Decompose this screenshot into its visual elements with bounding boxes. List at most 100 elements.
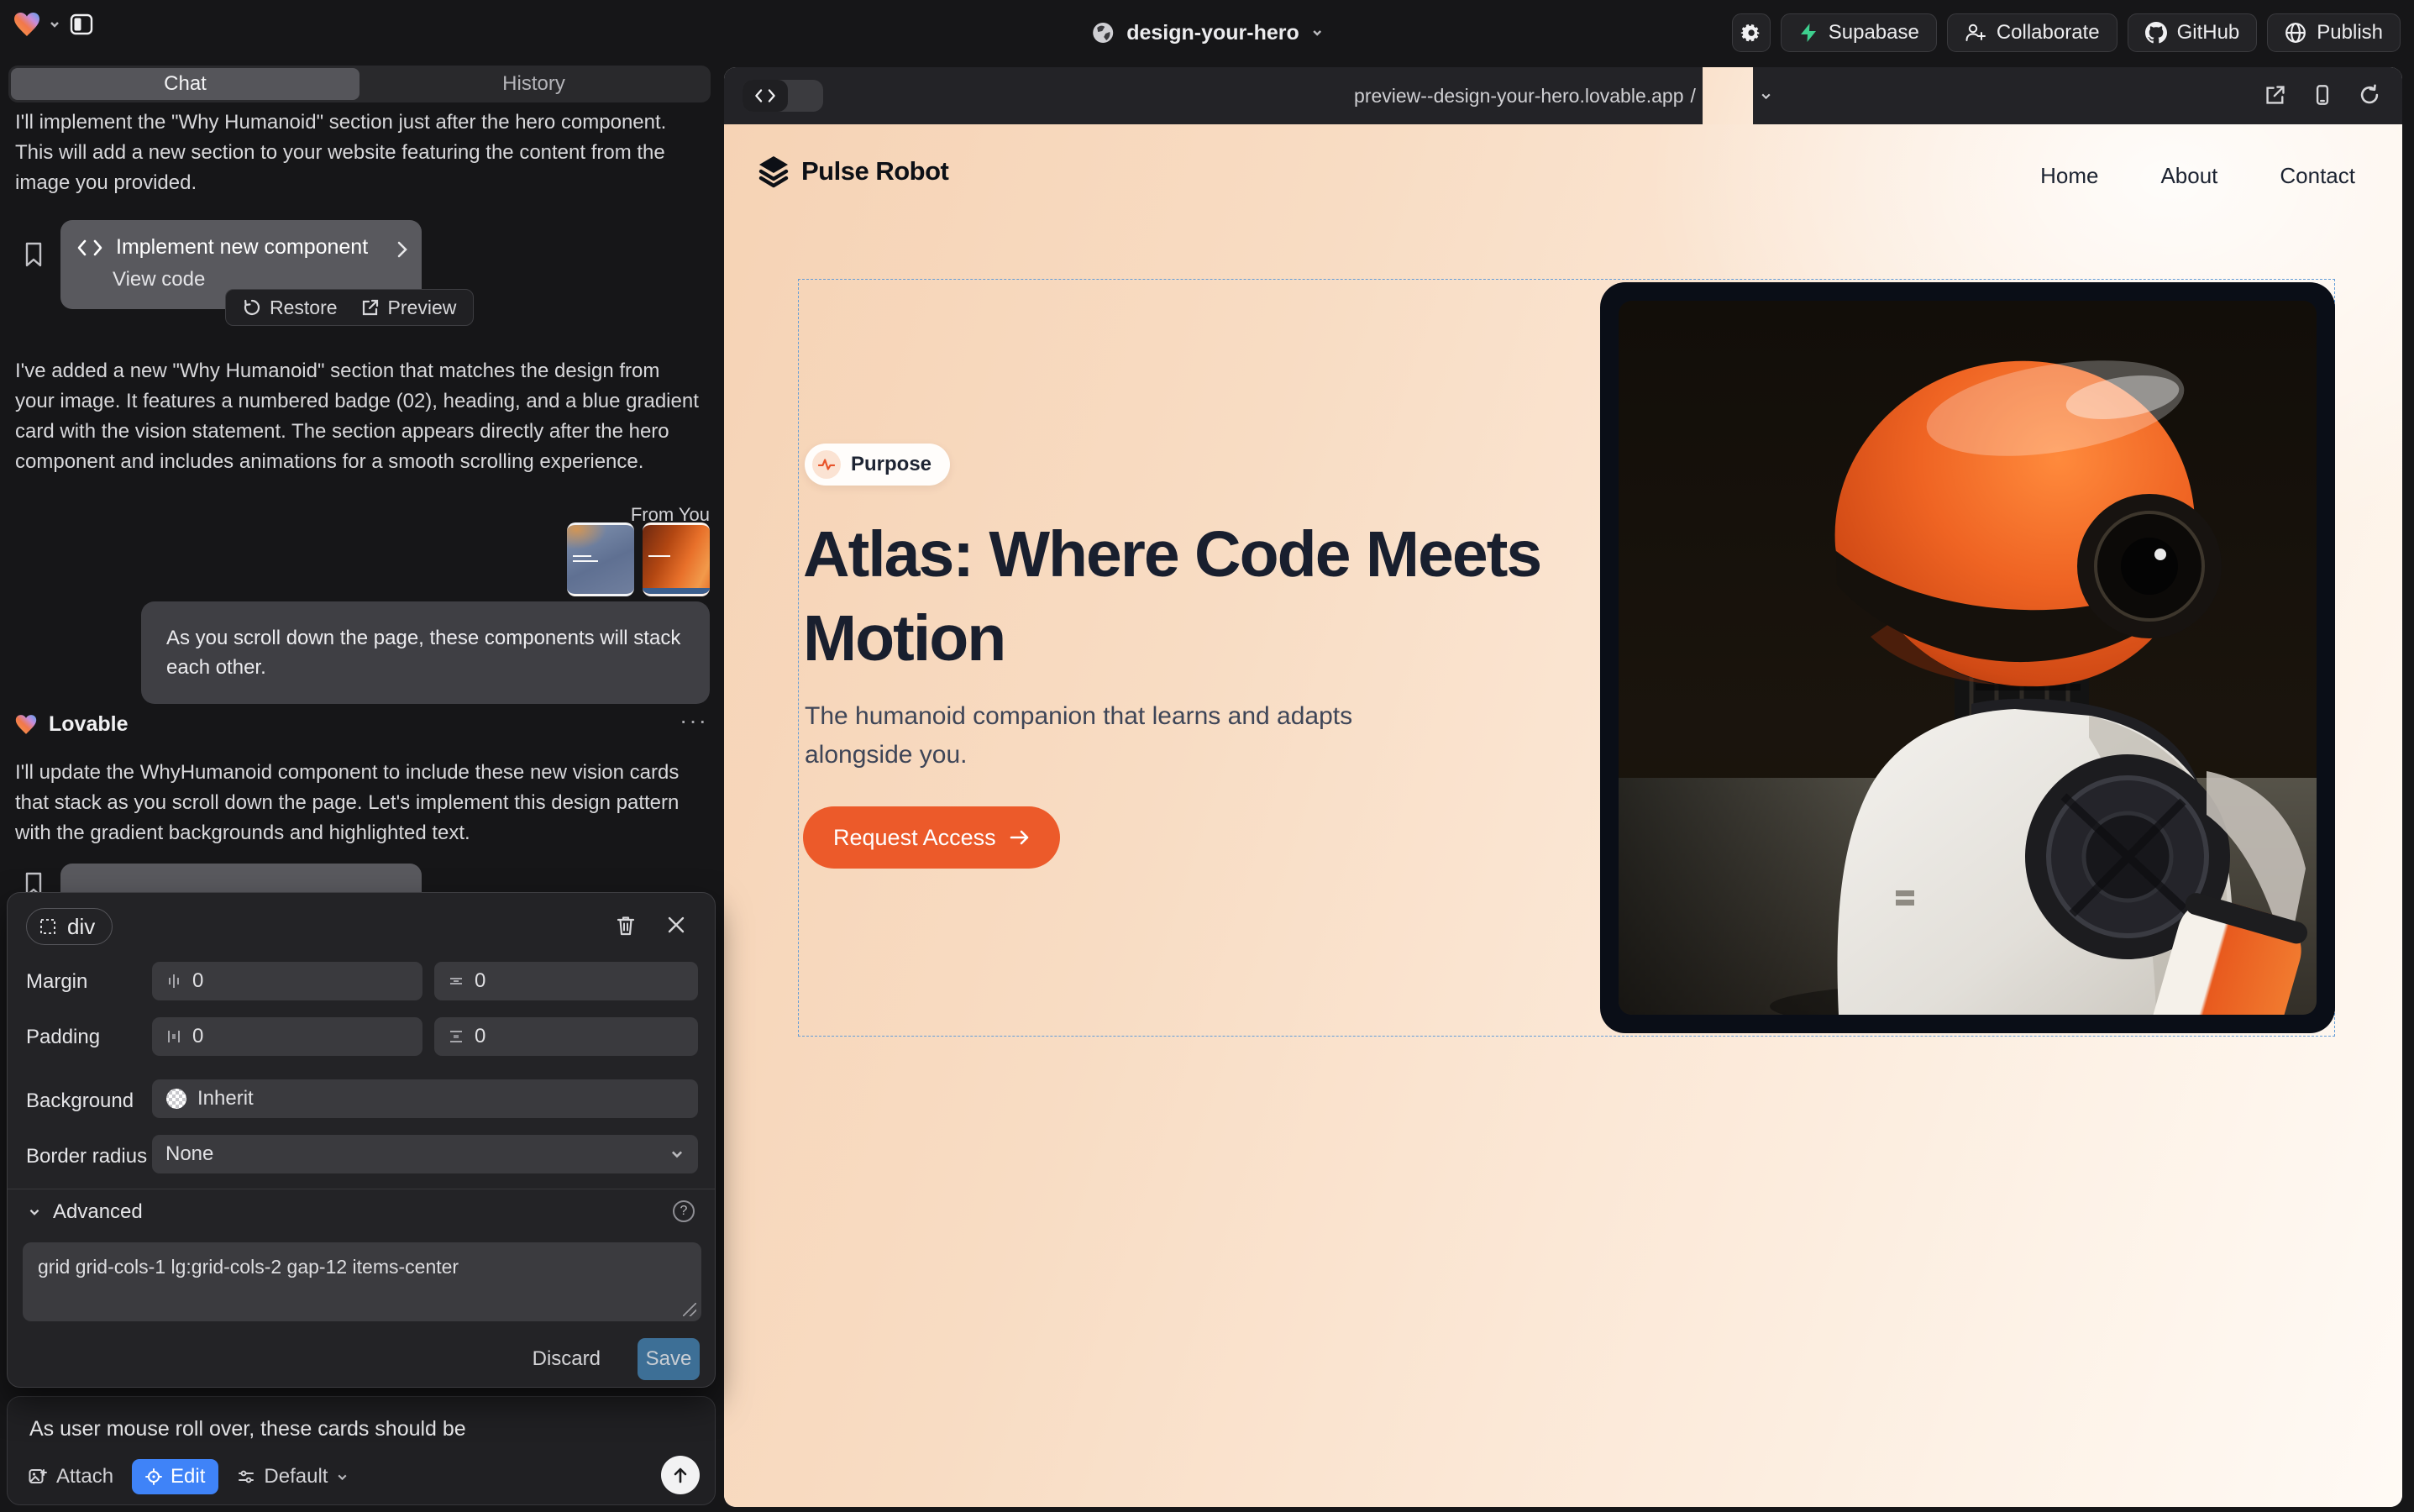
open-in-new-tab-icon[interactable]	[2264, 84, 2286, 106]
advanced-chevron-icon	[28, 1205, 41, 1219]
preview-actions	[2264, 84, 2380, 106]
purpose-badge: Purpose	[805, 444, 950, 486]
refresh-icon[interactable]	[2359, 84, 2380, 106]
assistant-message-2: I've added a new "Why Humanoid" section …	[15, 356, 699, 477]
delete-element-icon[interactable]	[616, 915, 636, 937]
lovable-heart-icon[interactable]	[13, 12, 40, 37]
project-chevron-icon	[1311, 27, 1323, 39]
sliders-icon	[237, 1467, 255, 1486]
preview-chrome-bar: preview--design-your-hero.lovable.app / …	[724, 67, 2402, 124]
margin-x-value: 0	[192, 969, 203, 993]
hero-subheading: The humanoid companion that learns and a…	[805, 697, 1435, 774]
model-selector[interactable]: Default	[237, 1465, 349, 1488]
code-preview-toggle[interactable]	[743, 80, 823, 112]
toggle-sidebar-icon[interactable]	[69, 12, 94, 37]
margin-x-input[interactable]: 0	[152, 962, 422, 1000]
user-message-bubble: As you scroll down the page, these compo…	[141, 601, 710, 704]
tab-history[interactable]: History	[359, 68, 708, 100]
padding-x-value: 0	[192, 1025, 203, 1048]
background-value: Inherit	[197, 1087, 254, 1110]
robot-image	[1619, 301, 2317, 1015]
padding-y-input[interactable]: 0	[434, 1017, 698, 1056]
save-button[interactable]: Save	[638, 1338, 700, 1380]
restore-label: Restore	[270, 297, 338, 319]
view-code-link[interactable]: View code	[60, 268, 422, 291]
padding-x-input[interactable]: 0	[152, 1017, 422, 1056]
gear-icon	[1740, 22, 1762, 44]
background-input[interactable]: Inherit	[152, 1079, 698, 1118]
arrow-right-icon	[1010, 829, 1030, 846]
request-access-label: Request Access	[833, 825, 996, 851]
hero-robot-card	[1600, 282, 2335, 1033]
code-toggle-active-segment	[743, 80, 788, 112]
restore-button[interactable]: Restore	[243, 297, 338, 319]
send-button[interactable]	[661, 1456, 700, 1494]
lovable-heart-icon-small	[15, 714, 37, 735]
advanced-help-button[interactable]: ?	[673, 1200, 695, 1222]
attachment-thumbnails	[567, 522, 710, 596]
preview-button[interactable]: Preview	[361, 297, 457, 319]
external-link-icon	[361, 298, 380, 317]
attach-button[interactable]: Attach	[28, 1465, 113, 1488]
chat-composer: As user mouse roll over, these cards sho…	[7, 1396, 716, 1505]
site-logo[interactable]: Pulse Robot	[758, 155, 948, 188]
bookmark-icon[interactable]	[24, 242, 44, 267]
component-card-title: Implement new component	[116, 235, 368, 260]
target-icon	[145, 1468, 162, 1485]
model-chevron-icon	[336, 1471, 349, 1483]
border-radius-select[interactable]: None	[152, 1135, 698, 1173]
message-menu-button[interactable]: ···	[680, 707, 708, 734]
restore-icon	[243, 298, 261, 317]
nav-about[interactable]: About	[2160, 163, 2217, 189]
collaborate-label: Collaborate	[1997, 21, 2100, 45]
purpose-badge-label: Purpose	[851, 453, 931, 476]
nav-home[interactable]: Home	[2040, 163, 2098, 189]
tab-chat[interactable]: Chat	[11, 68, 359, 100]
close-panel-icon[interactable]	[666, 915, 686, 935]
chat-input[interactable]: As user mouse roll over, these cards sho…	[29, 1417, 466, 1441]
attachment-image-2[interactable]	[643, 522, 710, 596]
mobile-view-icon[interactable]	[2312, 84, 2333, 106]
advanced-classes-textarea[interactable]: grid grid-cols-1 lg:grid-cols-2 gap-12 i…	[23, 1242, 701, 1321]
project-name: design-your-hero	[1126, 21, 1299, 45]
settings-button[interactable]	[1732, 13, 1771, 52]
publish-globe-icon	[2285, 22, 2306, 44]
advanced-label: Advanced	[53, 1200, 143, 1224]
nav-contact[interactable]: Contact	[2280, 163, 2355, 189]
discard-button[interactable]: Discard	[533, 1338, 601, 1380]
publish-button[interactable]: Publish	[2267, 13, 2401, 52]
selected-element-pill[interactable]: div	[26, 908, 113, 945]
supabase-icon	[1798, 23, 1818, 43]
preview-url-host: preview--design-your-hero.lovable.app	[1354, 85, 1683, 108]
publish-label: Publish	[2317, 21, 2383, 45]
project-switcher[interactable]: design-your-hero	[1091, 0, 1323, 66]
pulse-icon-wrap	[812, 450, 841, 479]
advanced-classes-value: grid grid-cols-1 lg:grid-cols-2 gap-12 i…	[38, 1256, 459, 1278]
border-radius-label: Border radius	[26, 1145, 147, 1168]
model-label: Default	[264, 1465, 328, 1488]
dashed-box-icon	[39, 917, 57, 936]
preview-url[interactable]: preview--design-your-hero.lovable.app / …	[1354, 67, 1772, 124]
component-card-header: Implement new component	[60, 220, 422, 263]
select-chevron-icon	[669, 1147, 685, 1162]
send-arrow-icon	[671, 1466, 690, 1484]
request-access-button[interactable]: Request Access	[803, 806, 1060, 869]
edit-label: Edit	[171, 1465, 205, 1488]
github-button[interactable]: GitHub	[2128, 13, 2258, 52]
transparent-swatch-icon	[165, 1088, 187, 1110]
collaborate-button[interactable]: Collaborate	[1947, 13, 2117, 52]
advanced-toggle[interactable]: Advanced	[28, 1200, 143, 1224]
attachment-image-1[interactable]	[567, 522, 634, 596]
resize-handle[interactable]	[683, 1303, 696, 1316]
edit-mode-button[interactable]: Edit	[132, 1459, 218, 1494]
assistant-message-3: I'll update the WhyHumanoid component to…	[15, 758, 699, 848]
supabase-button[interactable]: Supabase	[1781, 13, 1937, 52]
workspace-chevron-icon[interactable]	[49, 18, 60, 30]
code-icon	[77, 239, 102, 257]
lovable-app-window: design-your-hero Supabase	[0, 0, 2414, 1512]
chevron-right-icon[interactable]	[396, 240, 408, 259]
pulse-icon	[818, 457, 835, 472]
assistant-message-1: I'll implement the "Why Humanoid" sectio…	[15, 108, 699, 198]
layers-icon	[758, 155, 790, 188]
margin-y-input[interactable]: 0	[434, 962, 698, 1000]
